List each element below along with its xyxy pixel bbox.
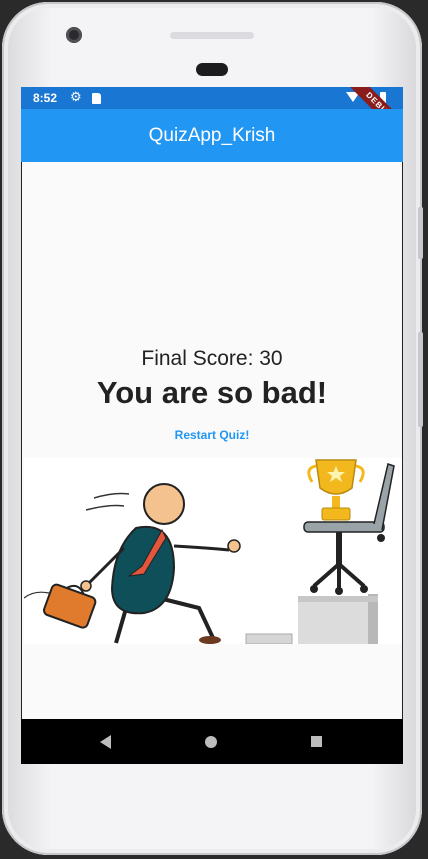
verdict-text: You are so bad! bbox=[96, 375, 328, 410]
earpiece-speaker bbox=[196, 63, 228, 76]
phone-frame: 8:52 ⚙ DEBUG QuizApp_Krish Final Score: … bbox=[2, 2, 423, 855]
app-title: QuizApp_Krish bbox=[148, 125, 276, 146]
front-camera bbox=[66, 27, 82, 43]
volume-button bbox=[418, 332, 423, 427]
final-score-text: Final Score: 30 bbox=[141, 347, 283, 370]
status-bar: 8:52 ⚙ DEBUG bbox=[21, 87, 403, 147]
sd-card-icon bbox=[92, 93, 101, 104]
status-time: 8:52 bbox=[33, 91, 58, 105]
businessman-running-to-trophy-illustration bbox=[23, 458, 402, 645]
gear-icon: ⚙ bbox=[70, 89, 82, 104]
power-button bbox=[418, 207, 423, 259]
home-icon[interactable] bbox=[205, 736, 217, 748]
app-bar: QuizApp_Krish bbox=[21, 109, 403, 162]
restart-quiz-button[interactable]: Restart Quiz! bbox=[22, 428, 402, 442]
illustration-svg bbox=[23, 459, 395, 645]
recents-icon[interactable] bbox=[311, 736, 322, 747]
system-nav-bar bbox=[21, 719, 403, 764]
result-page: Final Score: 30 You are so bad! Restart … bbox=[21, 162, 403, 719]
screen: 8:52 ⚙ DEBUG QuizApp_Krish Final Score: … bbox=[21, 87, 403, 764]
back-icon[interactable] bbox=[100, 735, 111, 749]
top-bezel-grille bbox=[170, 32, 254, 39]
